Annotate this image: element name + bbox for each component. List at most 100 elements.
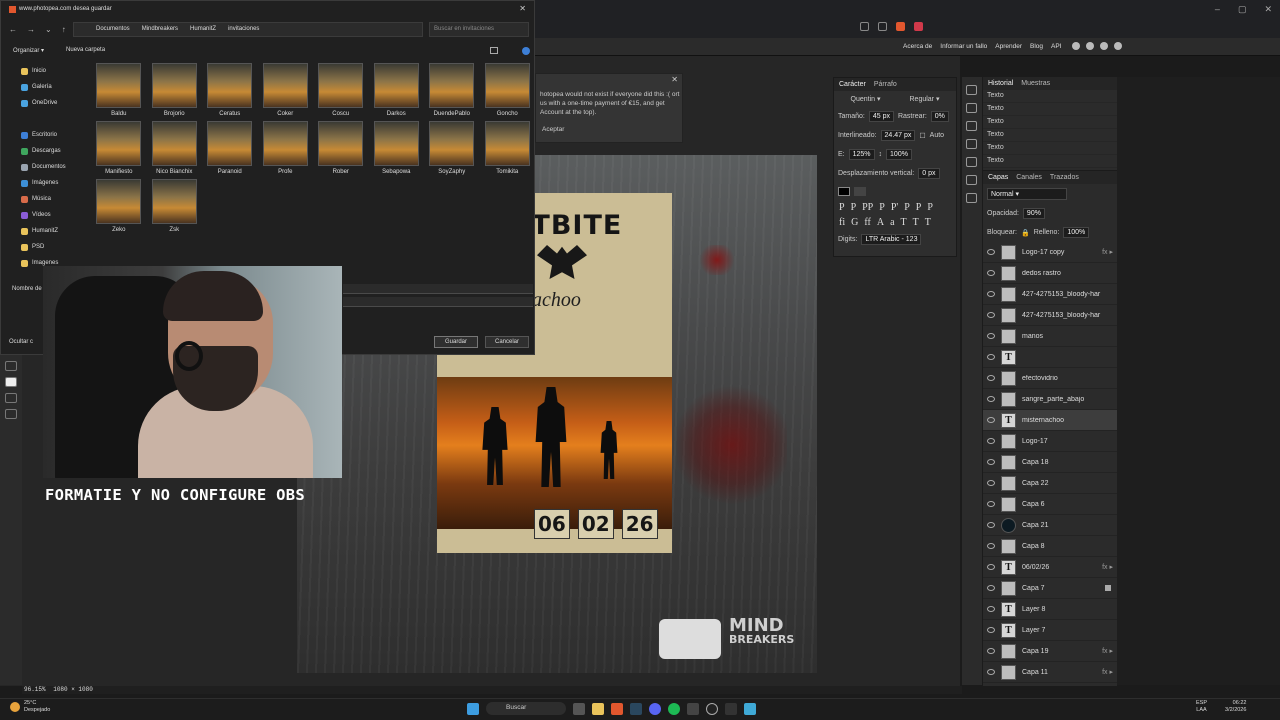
learn-link[interactable]: Aprender	[995, 43, 1022, 50]
sidebar-item[interactable]: Música	[9, 191, 81, 207]
hide-folders-toggle[interactable]: Ocultar c	[9, 339, 33, 345]
bookmark-icon[interactable]	[878, 22, 887, 31]
sidebar-item[interactable]: HumanitZ	[9, 223, 81, 239]
eye-icon[interactable]	[987, 669, 995, 675]
eye-icon[interactable]	[987, 249, 995, 255]
eye-icon[interactable]	[987, 606, 995, 612]
font-select[interactable]: Quentin ▾	[851, 95, 881, 103]
close-icon[interactable]: ✕	[519, 4, 526, 13]
rewards-icon[interactable]	[914, 22, 923, 31]
api-link[interactable]: API	[1051, 43, 1061, 50]
glyph-option[interactable]: P	[851, 202, 857, 213]
layer-row[interactable]: 427-4275153_bloody-har	[983, 284, 1117, 305]
layer-row[interactable]: Capa 22	[983, 473, 1117, 494]
layer-row[interactable]: Capa 7	[983, 578, 1117, 599]
lock-icon[interactable]: 🔒	[1021, 229, 1030, 237]
size-field[interactable]: 45 px	[868, 111, 894, 122]
character-icon[interactable]	[966, 139, 977, 149]
properties-icon[interactable]	[966, 103, 977, 113]
blend-mode-select[interactable]: Normal ▾	[987, 188, 1067, 200]
history-item[interactable]: Texto	[983, 116, 1117, 129]
sidebar-item[interactable]	[9, 111, 81, 127]
minimize-icon[interactable]: –	[1215, 4, 1220, 15]
window-controls[interactable]: – ▢ ✕	[1215, 4, 1272, 15]
glyph-option[interactable]: P	[879, 202, 885, 213]
digits-select[interactable]: LTR Arabic - 123	[861, 234, 922, 245]
maximize-icon[interactable]: ▢	[1238, 4, 1247, 15]
capcut-icon[interactable]	[725, 702, 737, 715]
fill-field[interactable]: 100%	[1063, 227, 1090, 238]
tab-character[interactable]: Carácter	[839, 81, 866, 88]
glyph-option[interactable]: P'	[891, 202, 898, 213]
image-icon[interactable]	[966, 193, 977, 203]
twitter-icon[interactable]	[1100, 42, 1108, 50]
file-explorer-icon[interactable]	[592, 702, 604, 715]
glyph-option[interactable]: A	[877, 217, 884, 228]
zoom-tool-icon[interactable]	[5, 361, 17, 371]
taskbar-search[interactable]: Buscar	[486, 702, 566, 715]
file-item[interactable]: Nico Bianchix	[147, 121, 203, 175]
eye-icon[interactable]	[987, 291, 995, 297]
browser-toolbar-icons[interactable]	[860, 22, 923, 36]
eye-icon[interactable]	[987, 354, 995, 360]
tab-swatches[interactable]: Muestras	[1021, 80, 1050, 87]
more-button[interactable]	[854, 187, 866, 196]
cancel-button[interactable]: Cancelar	[485, 336, 529, 348]
layer-row[interactable]: sangre_parte_abajo	[983, 389, 1117, 410]
file-item[interactable]: Profe	[258, 121, 314, 175]
eye-icon[interactable]	[987, 501, 995, 507]
eye-icon[interactable]	[987, 585, 995, 591]
layer-row[interactable]: Capa 18	[983, 452, 1117, 473]
clock[interactable]: 06:22 3/2/2026	[1225, 700, 1246, 714]
tab-history[interactable]: Historial	[988, 80, 1013, 87]
glyph-option[interactable]: P	[927, 202, 933, 213]
eye-icon[interactable]	[987, 438, 995, 444]
forward-icon[interactable]: →	[27, 25, 35, 34]
file-item[interactable]: Manifiesto	[91, 121, 147, 175]
up-icon[interactable]: ↑	[62, 25, 66, 34]
file-item[interactable]: Zsk	[147, 179, 203, 233]
glyph-option[interactable]: P	[904, 202, 910, 213]
css-icon[interactable]	[966, 175, 977, 185]
file-item[interactable]: Goncho	[480, 63, 536, 117]
brave-shield-icon[interactable]	[896, 22, 905, 31]
glyph-option[interactable]: ff	[864, 217, 870, 228]
eye-icon[interactable]	[987, 564, 995, 570]
layer-row[interactable]: Logo-17 copy fx ▸	[983, 242, 1117, 263]
eye-icon[interactable]	[987, 480, 995, 486]
file-item[interactable]: Baldu	[91, 63, 147, 117]
screen-mode-icon[interactable]	[5, 409, 17, 419]
discord-icon[interactable]	[649, 702, 661, 715]
accept-button[interactable]: Aceptar	[542, 126, 592, 138]
weather-widget[interactable]: 25°C Despejado	[10, 700, 50, 714]
address-bar[interactable]: Documentos Mindbreakers HumanitZ invitac…	[73, 22, 423, 37]
obs-icon[interactable]	[706, 702, 718, 715]
quickmask-icon[interactable]	[5, 393, 17, 403]
file-item[interactable]: Ceratus	[202, 63, 258, 117]
breadcrumb-item[interactable]: Mindbreakers	[142, 26, 178, 33]
paragraph-icon[interactable]	[966, 157, 977, 167]
text-color-swatch[interactable]	[838, 187, 850, 196]
hscale-field[interactable]: 125%	[848, 149, 875, 160]
baseline-field[interactable]: 0 px	[918, 168, 940, 179]
tab-layers[interactable]: Capas	[988, 174, 1008, 181]
sidebar-item[interactable]: Inicio	[9, 63, 81, 79]
sidebar-item[interactable]: Galería	[9, 79, 81, 95]
glyph-option[interactable]: T	[901, 217, 907, 228]
share-icon[interactable]	[860, 22, 869, 31]
layer-row[interactable]: Capa 6	[983, 494, 1117, 515]
sidebar-item[interactable]: Descargas	[9, 143, 81, 159]
eye-icon[interactable]	[987, 396, 995, 402]
breadcrumb-item[interactable]: HumanitZ	[190, 26, 216, 33]
file-item[interactable]: Rober	[313, 121, 369, 175]
layer-row[interactable]: efectovidrio	[983, 368, 1117, 389]
sidebar-item[interactable]: Escritorio	[9, 127, 81, 143]
steam-icon[interactable]	[630, 702, 642, 715]
close-icon[interactable]: ✕	[1264, 4, 1272, 15]
save-button[interactable]: Guardar	[434, 336, 478, 348]
sidebar-item[interactable]: Vídeos	[9, 207, 81, 223]
tab-channels[interactable]: Canales	[1016, 174, 1042, 181]
layer-row[interactable]: Capa 19 fx ▸	[983, 641, 1117, 662]
layer-row[interactable]: T Layer 8	[983, 599, 1117, 620]
language-indicator[interactable]: ESP LAA	[1196, 700, 1207, 714]
